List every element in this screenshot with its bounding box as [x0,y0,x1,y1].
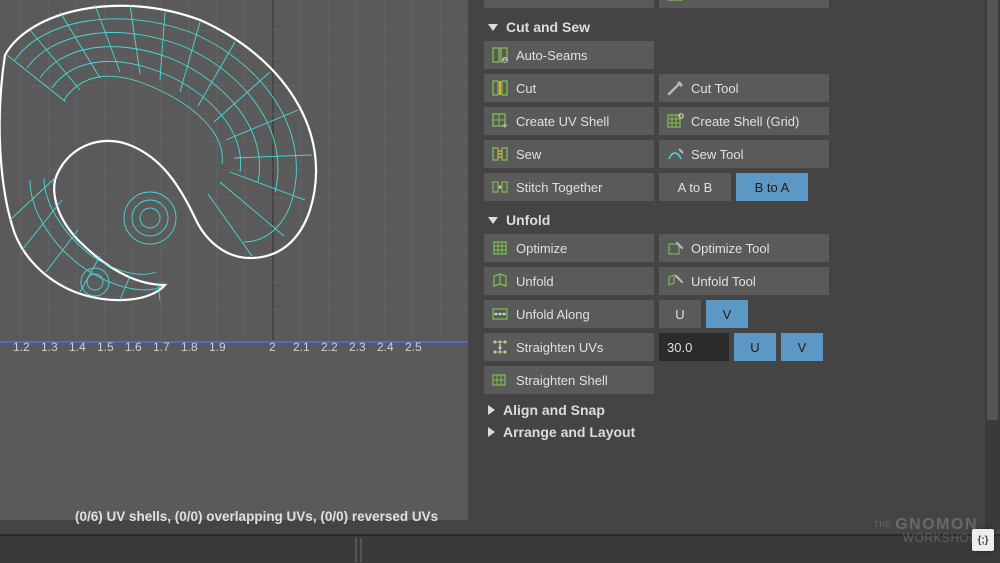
straighten-shell-button[interactable]: Straighten Shell [484,366,654,394]
svg-text:A: A [503,59,507,64]
straighten-shell-icon [490,370,510,390]
unfold-along-icon [490,304,510,324]
chevron-down-icon [488,217,498,224]
script-editor-icon[interactable]: {;} [972,529,994,551]
section-cut-and-sew[interactable]: Cut and Sew [474,13,1000,41]
section-arrange-and-layout[interactable]: Arrange and Layout [474,421,1000,443]
svg-text:1.8: 1.8 [181,340,198,354]
camera-based-label: Camera-Based [516,0,603,2]
svg-text:2.1: 2.1 [293,340,310,354]
optimize-tool-label: Optimize Tool [691,241,770,256]
stitch-together-icon [490,177,510,197]
cut-button[interactable]: Cut [484,74,654,102]
section-title: Arrange and Layout [503,424,635,440]
cut-tool-label: Cut Tool [691,81,738,96]
svg-text:1.3: 1.3 [41,340,58,354]
sew-icon [490,144,510,164]
ruler-labels: 1.2 1.3 1.4 1.5 1.6 1.7 1.8 1.9 2 2.1 2.… [13,340,422,354]
section-unfold[interactable]: Unfold [474,206,1000,234]
camera-based-button[interactable]: Camera-Based [484,0,654,8]
unfold-along-button[interactable]: Unfold Along [484,300,654,328]
svg-text:2: 2 [269,340,276,354]
optimize-tool-button[interactable]: Optimize Tool [659,234,829,262]
scrollbar-thumb[interactable] [987,0,998,420]
sew-label: Sew [516,147,541,162]
bottom-shelf [0,534,1000,563]
stitch-together-label: Stitch Together [516,180,602,195]
optimize-icon [490,238,510,258]
svg-text:1.5: 1.5 [97,340,114,354]
straighten-u-button[interactable]: U [734,333,776,361]
section-title: Align and Snap [503,402,605,418]
create-uv-shell-icon: + [490,111,510,131]
svg-text:1.9: 1.9 [209,340,226,354]
section-align-and-snap[interactable]: Align and Snap [474,399,1000,421]
create-uv-shell-button[interactable]: + Create UV Shell [484,107,654,135]
create-shell-grid-icon [665,111,685,131]
auto-seams-label: Auto-Seams [516,48,588,63]
unfold-along-u-button[interactable]: U [659,300,701,328]
chevron-down-icon [488,24,498,31]
svg-text:1.4: 1.4 [69,340,86,354]
auto-seams-button[interactable]: A Auto-Seams [484,41,654,69]
svg-text:+: + [502,121,508,130]
svg-text:2.3: 2.3 [349,340,366,354]
stitch-b-to-a-button[interactable]: B to A [736,173,808,201]
optimize-button[interactable]: Optimize [484,234,654,262]
cut-label: Cut [516,81,536,96]
uv-toolkit-panel: Camera-Based Contour Stretch Cut and Sew… [474,0,1000,530]
chevron-right-icon [488,427,495,437]
panel-scrollbar[interactable] [985,0,1000,530]
optimize-tool-icon [665,238,685,258]
sew-button[interactable]: Sew [484,140,654,168]
svg-text:1.6: 1.6 [125,340,142,354]
contour-stretch-icon [665,0,685,4]
stitch-a-to-b-button[interactable]: A to B [659,173,731,201]
unfold-along-label: Unfold Along [516,307,590,322]
unfold-label: Unfold [516,274,554,289]
unfold-tool-icon [665,271,685,291]
unfold-tool-label: Unfold Tool [691,274,756,289]
viewport-canvas: 1.2 1.3 1.4 1.5 1.6 1.7 1.8 1.9 2 2.1 2.… [0,0,468,520]
sew-tool-button[interactable]: Sew Tool [659,140,829,168]
uv-status-bar: (0/6) UV shells, (0/0) overlapping UVs, … [0,505,438,528]
cut-icon [490,78,510,98]
unfold-icon [490,271,510,291]
svg-text:1.7: 1.7 [153,340,170,354]
optimize-label: Optimize [516,241,567,256]
cut-tool-button[interactable]: Cut Tool [659,74,829,102]
straighten-shell-label: Straighten Shell [516,373,608,388]
unfold-along-v-button[interactable]: V [706,300,748,328]
svg-text:2.2: 2.2 [321,340,338,354]
sew-tool-label: Sew Tool [691,147,744,162]
cut-tool-icon [665,78,685,98]
chevron-right-icon [488,405,495,415]
straighten-uvs-icon [490,337,510,357]
straighten-uvs-button[interactable]: Straighten UVs [484,333,654,361]
auto-seams-icon: A [490,45,510,65]
contour-stretch-label: Contour Stretch [691,0,782,2]
straighten-v-button[interactable]: V [781,333,823,361]
straighten-uvs-label: Straighten UVs [516,340,603,355]
stitch-together-button[interactable]: Stitch Together [484,173,654,201]
create-uv-shell-label: Create UV Shell [516,114,609,129]
create-shell-grid-label: Create Shell (Grid) [691,114,799,129]
unfold-tool-button[interactable]: Unfold Tool [659,267,829,295]
straighten-angle-input[interactable] [659,333,729,361]
camera-based-icon [490,0,510,4]
section-title: Cut and Sew [506,19,590,35]
svg-text:2.4: 2.4 [377,340,394,354]
svg-text:1.2: 1.2 [13,340,30,354]
unfold-button[interactable]: Unfold [484,267,654,295]
svg-text:2.5: 2.5 [405,340,422,354]
sew-tool-icon [665,144,685,164]
uv-viewport[interactable]: 1.2 1.3 1.4 1.5 1.6 1.7 1.8 1.9 2 2.1 2.… [0,0,468,520]
create-shell-grid-button[interactable]: Create Shell (Grid) [659,107,829,135]
section-title: Unfold [506,212,550,228]
contour-stretch-button[interactable]: Contour Stretch [659,0,829,8]
